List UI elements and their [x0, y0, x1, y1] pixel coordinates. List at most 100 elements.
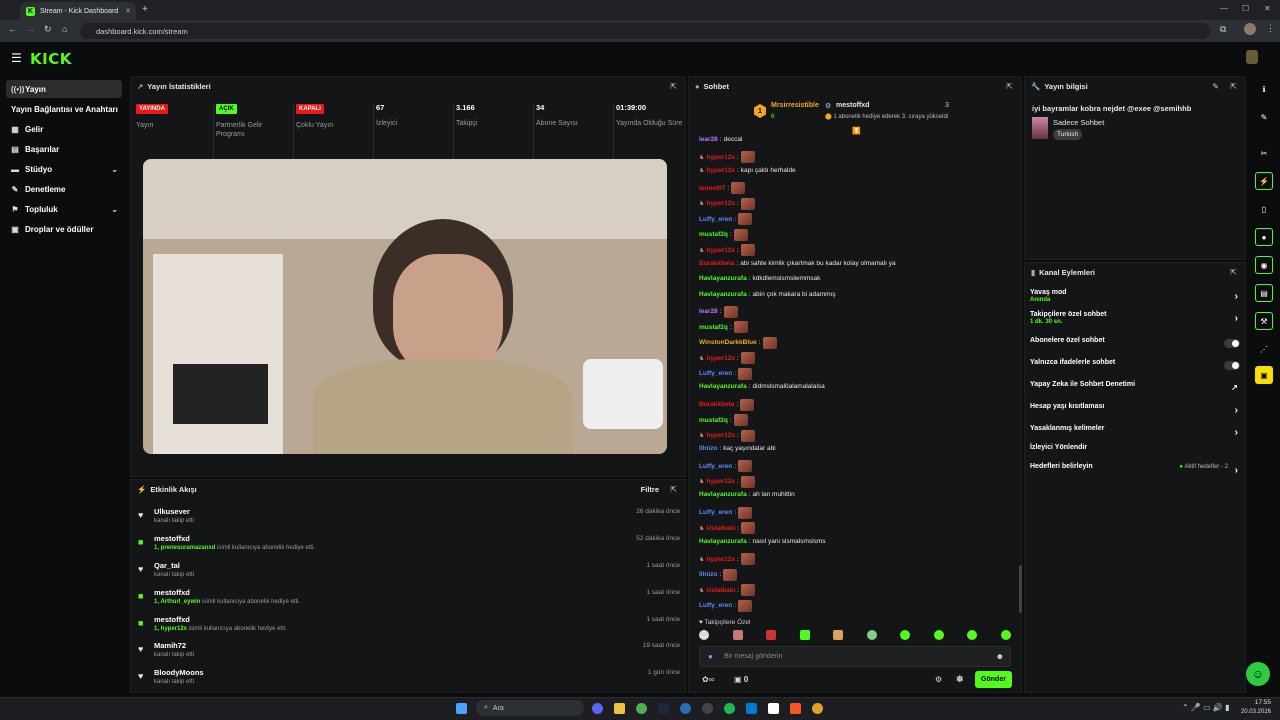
forward-icon[interactable]: → [26, 24, 35, 34]
chat-icon[interactable]: ● [1255, 228, 1273, 246]
hamburger-menu-icon[interactable]: ☰ [11, 51, 22, 65]
broadcast-rail-icon[interactable]: ◉ [1255, 256, 1273, 274]
leader-name[interactable]: Mrsirresistible [771, 102, 819, 109]
lightning-icon[interactable]: ⚡ [1255, 172, 1273, 190]
sidebar-item-yayin[interactable]: ((•)) Yayın [6, 80, 122, 98]
sidebar-item-studyo[interactable]: ▬ Stüdyo ⌄ [6, 160, 122, 178]
clapper-icon[interactable]: ▣ [1255, 366, 1273, 384]
address-bar[interactable]: dashboard.kick.com/stream [80, 23, 1210, 39]
chat-username[interactable]: Havlayanzurafa [699, 275, 747, 282]
chat-username[interactable]: Havlayanzurafa [699, 491, 747, 498]
chat-username[interactable]: Luffy_eren [699, 463, 732, 470]
edit-icon[interactable]: ✎ [1255, 108, 1273, 126]
chat-username[interactable]: hyper12x [706, 154, 735, 161]
user-avatar[interactable] [1246, 50, 1258, 64]
layout-icon[interactable]: ▤ [1255, 284, 1273, 302]
emote-icon[interactable] [900, 630, 911, 640]
popout-icon[interactable]: ⇱ [1006, 82, 1013, 91]
chat-username[interactable]: Havlayanzurafa [699, 291, 747, 298]
chat-settings-icon[interactable]: ⚙ [935, 675, 942, 684]
gifter-name[interactable]: mestoffxd [836, 102, 869, 109]
emote-icon[interactable] [699, 630, 709, 640]
maximize-icon[interactable]: ☐ [1242, 4, 1249, 13]
chat-username[interactable]: Luffy_eren [699, 509, 732, 516]
chat-username[interactable]: lear28 [699, 136, 718, 143]
chat-username[interactable]: Burakkbeta [699, 401, 734, 408]
emote-icon[interactable] [967, 630, 978, 640]
action-slow-mode[interactable]: Yavaş mod Anında › [1030, 289, 1240, 309]
chat-username[interactable]: Burakkbeta [699, 260, 734, 267]
popout-icon[interactable]: ⇱ [1230, 268, 1237, 277]
chat-username[interactable]: hyper12x [706, 432, 735, 439]
emote-icon[interactable] [1000, 630, 1011, 640]
vscode-icon[interactable] [746, 703, 757, 714]
tray-icons[interactable]: ⌃ 🎤 ▭ 🔊 ▮ [1182, 703, 1229, 712]
chat-username[interactable]: hyper12x [706, 478, 735, 485]
back-icon[interactable]: ← [8, 24, 17, 34]
windows-start-icon[interactable] [456, 703, 467, 714]
action-banned-words[interactable]: Yasaklanmış kelimeler › [1030, 425, 1240, 445]
chat-username[interactable]: mustaf2q [699, 417, 728, 424]
support-chat-icon[interactable]: ☺ [1246, 662, 1270, 686]
emote-icon[interactable] [732, 630, 743, 640]
file-explorer-icon[interactable] [614, 703, 625, 714]
send-button[interactable]: Gönder [975, 671, 1012, 688]
info-icon[interactable]: ℹ [1255, 80, 1273, 98]
chat-username[interactable]: WinstonDarkkBlue [699, 339, 757, 346]
tab-close-icon[interactable]: ✕ [125, 7, 131, 15]
popout-icon[interactable]: ⇱ [1230, 82, 1237, 91]
new-tab-icon[interactable]: + [142, 4, 148, 15]
window-close-icon[interactable]: ✕ [1264, 4, 1271, 13]
wrench-rail-icon[interactable]: ⚒ [1255, 312, 1273, 330]
sidebar-item-stream-key[interactable]: Yayın Bağlantısı ve Anahtarı [6, 100, 122, 118]
sidebar-item-basarilar[interactable]: ▤ Başarılar [6, 140, 122, 158]
chat-username[interactable]: mustaf2q [699, 231, 728, 238]
taskbar-search[interactable]: ⌕ Ara [476, 700, 584, 716]
collapse-pin-icon[interactable]: ⏬ [852, 127, 861, 135]
chat-input[interactable]: ● Bir mesaj gönderin ☻ [699, 646, 1011, 667]
spotify-icon[interactable] [724, 703, 735, 714]
popout-icon[interactable]: ⇱ [670, 485, 677, 494]
chat-scrollbar[interactable] [1019, 565, 1022, 613]
badge-count[interactable]: ▣ 0 [734, 675, 748, 684]
chrome-icon[interactable] [636, 703, 647, 714]
action-raid[interactable]: İzleyici Yönlendir [1030, 444, 1240, 464]
steam-icon[interactable] [658, 703, 669, 714]
action-ai-moderation[interactable]: Yapay Zeka ile Sohbet Denetimi ↗ [1030, 381, 1240, 401]
chat-username[interactable]: Luffy_eren [699, 370, 732, 377]
share-icon[interactable]: ⋰ [1255, 340, 1273, 358]
chat-username[interactable]: hyper12x [706, 355, 735, 362]
action-account-age[interactable]: Hesap yaşı kısıtlaması › [1030, 403, 1240, 423]
emote-icon[interactable] [866, 630, 877, 640]
app-icon[interactable] [680, 703, 691, 714]
reload-icon[interactable]: ↻ [44, 24, 52, 35]
obs-icon[interactable] [702, 703, 713, 714]
action-emote-only[interactable]: Yalnızca ifadelerle sohbet [1030, 359, 1240, 379]
chat-username[interactable]: lllnizo [699, 571, 717, 578]
emoji-picker-icon[interactable]: ☻ [996, 652, 1004, 661]
filter-button[interactable]: Filtre [641, 485, 659, 494]
home-icon[interactable]: ⌂ [62, 24, 67, 34]
chat-username[interactable]: lear28 [699, 308, 718, 315]
emote-icon[interactable] [833, 630, 844, 640]
sidebar-item-topluluk[interactable]: ⚑ Topluluk ⌄ [6, 200, 122, 218]
chat-username[interactable]: lllnizo [699, 445, 717, 452]
popout-icon[interactable]: ⇱ [670, 82, 677, 91]
emote-icon[interactable] [799, 630, 810, 640]
chat-username[interactable]: Luffy_eren [699, 216, 732, 223]
extensions-icon[interactable]: ⧉ [1220, 24, 1226, 35]
kick-logo[interactable]: KICK [30, 50, 72, 68]
chat-username[interactable]: hyper12x [706, 247, 735, 254]
stream-video-preview[interactable] [143, 159, 667, 454]
chat-username[interactable]: hyper12x [706, 556, 735, 563]
chat-username[interactable]: Havlayanzurafa [699, 383, 747, 390]
sidebar-item-gelir[interactable]: ▦ Gelir [6, 120, 122, 138]
chat-username[interactable]: Ustalbaki [706, 587, 735, 594]
brave-icon[interactable] [790, 703, 801, 714]
gift-subs-icon[interactable]: ✽ [956, 674, 964, 685]
chat-username[interactable]: Havlayanzurafa [699, 538, 747, 545]
sidebar-item-droplar[interactable]: ▣ Droplar ve ödüller [6, 220, 122, 238]
category-name[interactable]: Sadece Sohbet [1053, 118, 1104, 127]
chat-username[interactable]: hyper12x [706, 200, 735, 207]
action-goals[interactable]: Hedefleri belirleyin ● Aktif hedefler - … [1030, 463, 1240, 483]
